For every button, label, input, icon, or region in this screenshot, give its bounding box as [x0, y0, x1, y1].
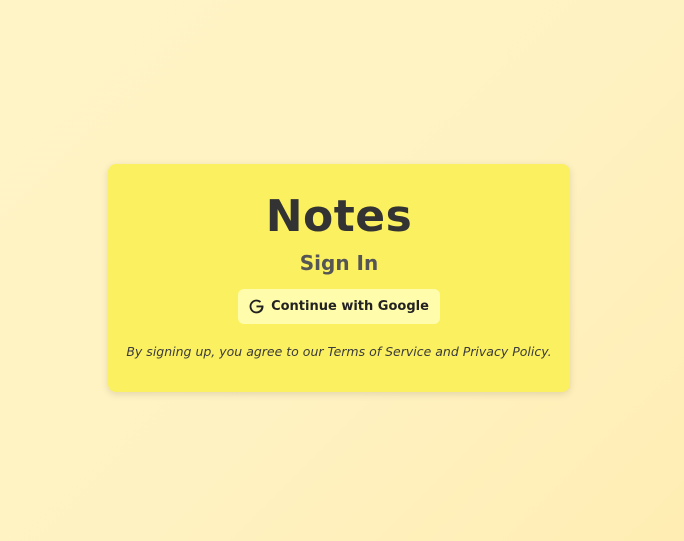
- google-button-label: Continue with Google: [271, 299, 429, 314]
- terms-notice: By signing up, you agree to our Terms of…: [126, 344, 552, 359]
- continue-with-google-button[interactable]: Continue with Google: [238, 289, 440, 324]
- app-title: Notes: [265, 191, 413, 242]
- sign-in-card: Notes Sign In Continue with Google By si…: [108, 164, 570, 392]
- sign-in-heading: Sign In: [299, 251, 379, 275]
- google-icon: [249, 299, 264, 314]
